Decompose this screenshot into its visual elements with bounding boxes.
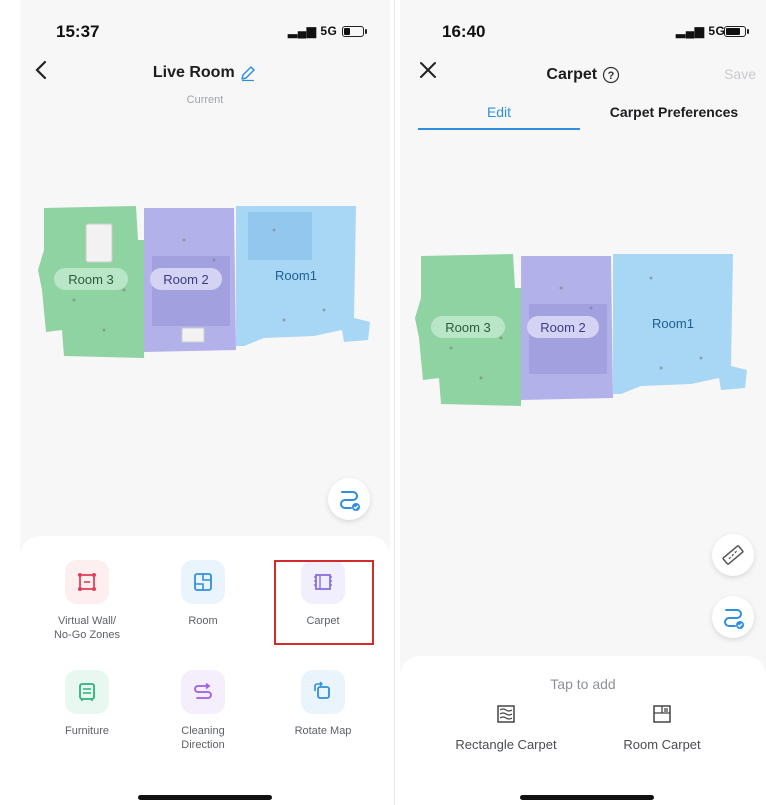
room-carpet-icon <box>653 705 671 723</box>
battery-icon <box>342 26 367 37</box>
room-1-carpet-region <box>248 212 312 260</box>
floor-map-canvas[interactable]: Room 3 Room 2 Room1 <box>34 200 374 360</box>
cleaning-direction-icon <box>181 670 225 714</box>
signal-indicator: ▂▄▆ 5G <box>288 24 337 38</box>
carpet-highlight-box <box>274 560 374 645</box>
map-status-subtitle: Current <box>186 94 224 106</box>
status-time: 15:37 <box>56 22 100 41</box>
room-2-carpet-region <box>152 256 230 326</box>
room-2-furniture <box>181 327 205 343</box>
room-2-label: Room 2 <box>540 320 586 335</box>
tool-virtual-wall-label: Virtual Wall/ No-Go Zones <box>53 615 121 641</box>
route-icon <box>724 609 744 629</box>
add-carpet-sheet: Tap to add Rectangle Carpet Room Carpet <box>400 656 766 805</box>
status-time: 16:40 <box>442 22 486 41</box>
page-title-text: Carpet <box>546 66 598 83</box>
home-indicator[interactable] <box>138 795 272 800</box>
route-settings-button[interactable] <box>712 596 754 638</box>
tool-virtual-wall[interactable]: Virtual Wall/ No-Go Zones <box>32 560 142 642</box>
room-1-label: Room1 <box>652 316 694 331</box>
rotate-map-icon <box>301 670 345 714</box>
tool-furniture[interactable]: Furniture <box>32 670 142 738</box>
room-1-label: Room1 <box>275 268 317 283</box>
tool-rotate-map-label: Rotate Map <box>294 725 352 737</box>
tap-to-add-hint: Tap to add <box>550 676 616 692</box>
battery-icon <box>724 26 749 37</box>
route-icon <box>340 491 360 511</box>
left-phone-screen: 15:37 ▂▄▆ 5G Live Room Current Room 3 Ro… <box>20 0 390 805</box>
signal-bars-icon: ▂▄▆ <box>676 24 705 38</box>
room-3-label: Room 3 <box>445 320 491 335</box>
panel-divider <box>394 0 395 805</box>
tool-cleaning-direction-label: Cleaning Direction <box>181 725 225 751</box>
room-3-furniture <box>85 223 113 263</box>
ruler-icon <box>722 545 744 565</box>
signal-indicator: ▂▄▆ 5G <box>676 24 725 38</box>
tool-room[interactable]: Room <box>148 560 258 628</box>
page-title: Carpet ? <box>400 66 766 84</box>
room-carpet-option[interactable]: Room Carpet <box>592 704 732 752</box>
network-label: 5G <box>320 24 338 38</box>
tool-rotate-map[interactable]: Rotate Map <box>268 670 378 738</box>
tab-carpet-preferences[interactable]: Carpet Preferences <box>594 104 754 120</box>
active-tab-underline <box>418 128 580 130</box>
right-phone-screen: 16:40 ▂▄▆ 5G Carpet ? Save Edit Carpet P… <box>400 0 766 805</box>
floor-map-canvas[interactable]: Room 3 Room 2 Room1 <box>406 248 756 408</box>
rectangle-carpet-label: Rectangle Carpet <box>455 737 557 752</box>
furniture-icon <box>65 670 109 714</box>
measure-button[interactable] <box>712 534 754 576</box>
room-carpet-label: Room Carpet <box>623 737 701 752</box>
home-indicator[interactable] <box>520 795 654 800</box>
room-icon <box>181 560 225 604</box>
edit-tools-sheet: Virtual Wall/ No-Go Zones Room Carpet Fu… <box>20 536 390 805</box>
route-settings-button[interactable] <box>328 478 370 520</box>
edit-pencil-icon[interactable] <box>239 64 257 82</box>
help-icon[interactable]: ? <box>602 66 620 84</box>
room-2-label: Room 2 <box>163 272 209 287</box>
tool-furniture-label: Furniture <box>64 725 110 737</box>
page-title: Live Room <box>20 64 390 82</box>
tab-edit[interactable]: Edit <box>418 104 580 120</box>
network-label: 5G <box>708 24 726 38</box>
room-3-label: Room 3 <box>68 272 114 287</box>
carpet-tabs: Edit Carpet Preferences <box>418 104 766 130</box>
save-button[interactable]: Save <box>724 66 756 82</box>
signal-bars-icon: ▂▄▆ <box>288 24 317 38</box>
tool-room-label: Room <box>188 615 218 627</box>
page-title-text: Live Room <box>152 64 235 81</box>
rectangle-carpet-option[interactable]: Rectangle Carpet <box>436 704 576 752</box>
virtual-wall-icon <box>65 560 109 604</box>
room-2-carpet-region <box>529 304 607 374</box>
rectangle-carpet-icon <box>497 705 515 723</box>
svg-text:?: ? <box>607 70 614 82</box>
tool-cleaning-direction[interactable]: Cleaning Direction <box>148 670 258 752</box>
